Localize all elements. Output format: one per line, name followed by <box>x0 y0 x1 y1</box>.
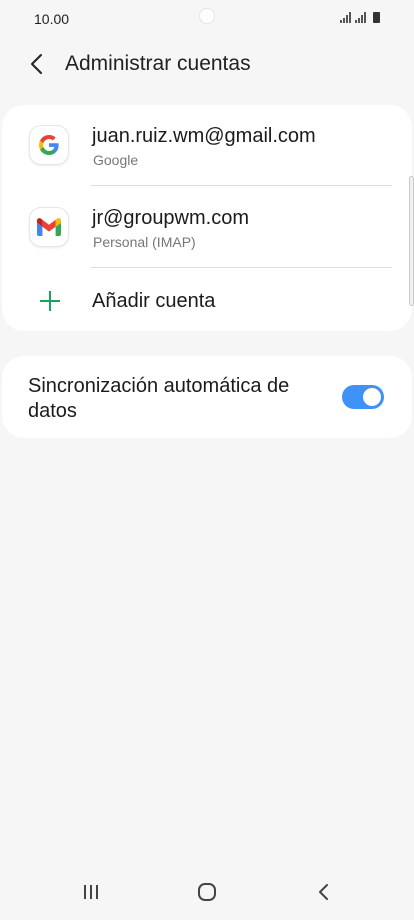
plus-icon <box>40 291 60 311</box>
account-email: juan.ruiz.wm@gmail.com <box>92 125 316 147</box>
sync-card[interactable]: Sincronización automática de datos <box>2 356 412 438</box>
divider <box>91 185 392 186</box>
status-time: 10.00 <box>34 11 70 27</box>
navigation-bar <box>0 862 414 920</box>
home-button[interactable] <box>192 880 222 904</box>
account-email: jr@groupwm.com <box>92 207 250 229</box>
recents-icon <box>84 885 98 899</box>
status-bar: 10.00 <box>0 0 414 40</box>
toggle-knob <box>363 388 381 406</box>
auto-sync-toggle[interactable] <box>342 385 384 409</box>
gmail-icon <box>29 207 69 247</box>
accounts-card: juan.ruiz.wm@gmail.com Google jr@groupwm… <box>2 105 412 331</box>
account-type: Personal (IMAP) <box>93 234 196 250</box>
add-account-button[interactable]: Añadir cuenta <box>2 269 412 331</box>
battery-icon <box>373 12 380 23</box>
back-icon <box>319 884 328 900</box>
chevron-left-icon <box>31 54 42 74</box>
auto-sync-label: Sincronización automática de datos <box>28 375 290 422</box>
scrollbar[interactable] <box>409 176 414 306</box>
account-type: Google <box>93 152 139 168</box>
nav-back-button[interactable] <box>308 880 338 904</box>
signal-icon <box>355 12 366 23</box>
status-icons <box>340 12 380 23</box>
camera-cutout <box>199 8 215 24</box>
recents-button[interactable] <box>76 880 106 904</box>
signal-icon <box>340 12 351 23</box>
add-account-label: Añadir cuenta <box>92 290 216 312</box>
google-icon <box>29 125 69 165</box>
home-icon <box>198 883 216 901</box>
account-item-imap[interactable]: jr@groupwm.com Personal (IMAP) <box>2 187 412 269</box>
back-button[interactable] <box>22 50 50 78</box>
account-item-google[interactable]: juan.ruiz.wm@gmail.com Google <box>2 105 412 187</box>
app-header: Administrar cuentas <box>0 40 414 90</box>
page-title: Administrar cuentas <box>65 52 251 75</box>
divider <box>91 267 392 268</box>
